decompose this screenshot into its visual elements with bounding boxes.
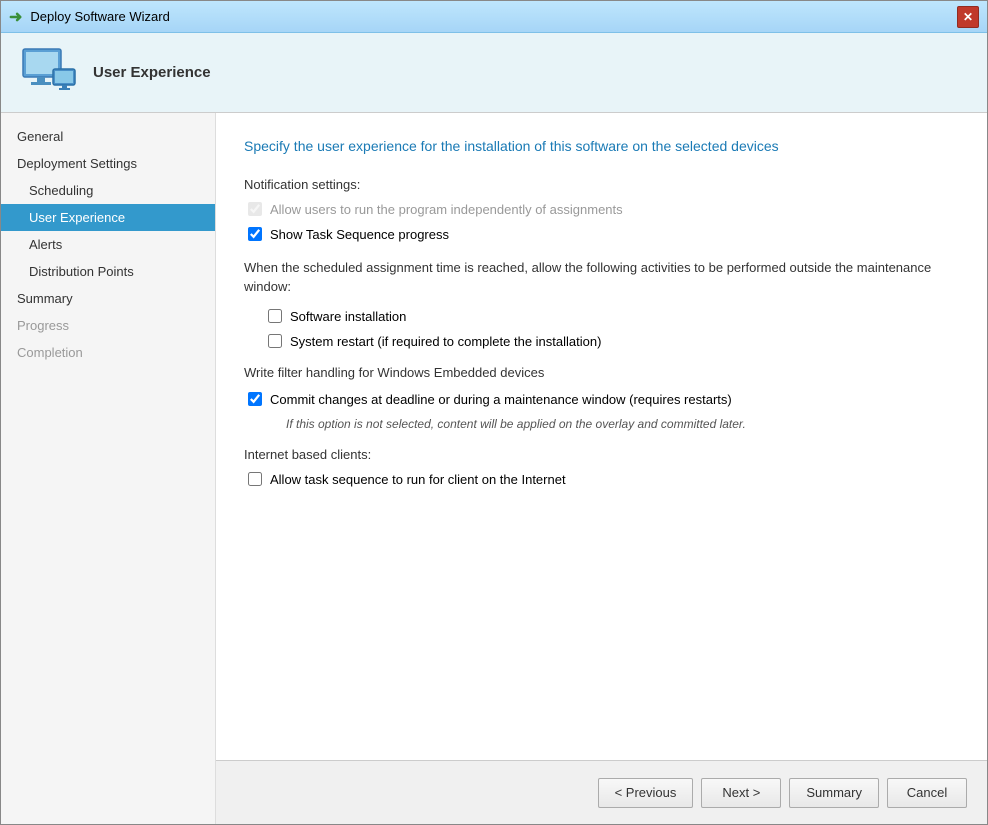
title-bar-left: ➜ Deploy Software Wizard [9,7,170,27]
indented-section: Software installation System restart (if… [244,309,959,349]
show-progress-label: Show Task Sequence progress [270,227,449,242]
window-title: Deploy Software Wizard [30,9,169,24]
system-restart-row[interactable]: System restart (if required to complete … [264,334,959,349]
previous-button[interactable]: < Previous [598,778,694,808]
content-title: Specify the user experience for the inst… [244,137,959,157]
summary-button[interactable]: Summary [789,778,879,808]
sidebar-item-general[interactable]: General [1,123,215,150]
internet-label-text: Allow task sequence to run for client on… [270,472,566,487]
main-content: General Deployment Settings Scheduling U… [1,113,987,824]
sidebar-item-progress: Progress [1,312,215,339]
sidebar-item-deployment-settings[interactable]: Deployment Settings [1,150,215,177]
show-progress-row[interactable]: Show Task Sequence progress [244,227,959,242]
commit-note: If this option is not selected, content … [244,417,959,431]
footer-bar: < Previous Next > Summary Cancel [216,760,987,824]
notification-label: Notification settings: [244,177,959,192]
title-bar: ➜ Deploy Software Wizard ✕ [1,1,987,33]
write-filter-label: Write filter handling for Windows Embedd… [244,365,959,380]
content-area: Specify the user experience for the inst… [216,113,987,824]
cancel-button[interactable]: Cancel [887,778,967,808]
sidebar-item-completion: Completion [1,339,215,366]
commit-changes-checkbox[interactable] [248,392,262,406]
system-restart-checkbox[interactable] [268,334,282,348]
internet-label: Internet based clients: [244,447,959,462]
sidebar-item-scheduling[interactable]: Scheduling [1,177,215,204]
software-install-row[interactable]: Software installation [264,309,959,324]
content-body: Specify the user experience for the inst… [216,113,987,760]
title-arrow-icon: ➜ [9,7,22,27]
allow-users-checkbox [248,202,262,216]
allow-users-row: Allow users to run the program independe… [244,202,959,217]
user-experience-icon [21,45,77,101]
internet-checkbox[interactable] [248,472,262,486]
header-title: User Experience [93,64,211,81]
sidebar-item-alerts[interactable]: Alerts [1,231,215,258]
close-button[interactable]: ✕ [957,6,979,28]
write-filter-section: Write filter handling for Windows Embedd… [244,365,959,380]
sidebar-item-distribution-points[interactable]: Distribution Points [1,258,215,285]
internet-row[interactable]: Allow task sequence to run for client on… [244,472,959,487]
computer-icon-svg [21,45,77,101]
sidebar: General Deployment Settings Scheduling U… [1,113,216,824]
header-bar: User Experience [1,33,987,113]
main-window: ➜ Deploy Software Wizard ✕ User Experien… [0,0,988,825]
software-install-checkbox[interactable] [268,309,282,323]
allow-users-label: Allow users to run the program independe… [270,202,623,217]
software-install-label: Software installation [290,309,406,324]
commit-changes-row[interactable]: Commit changes at deadline or during a m… [244,392,959,407]
next-button[interactable]: Next > [701,778,781,808]
system-restart-label: System restart (if required to complete … [290,334,601,349]
show-progress-checkbox[interactable] [248,227,262,241]
sidebar-item-summary[interactable]: Summary [1,285,215,312]
sidebar-item-user-experience[interactable]: User Experience [1,204,215,231]
maintenance-text: When the scheduled assignment time is re… [244,258,959,297]
commit-changes-label: Commit changes at deadline or during a m… [270,392,732,407]
